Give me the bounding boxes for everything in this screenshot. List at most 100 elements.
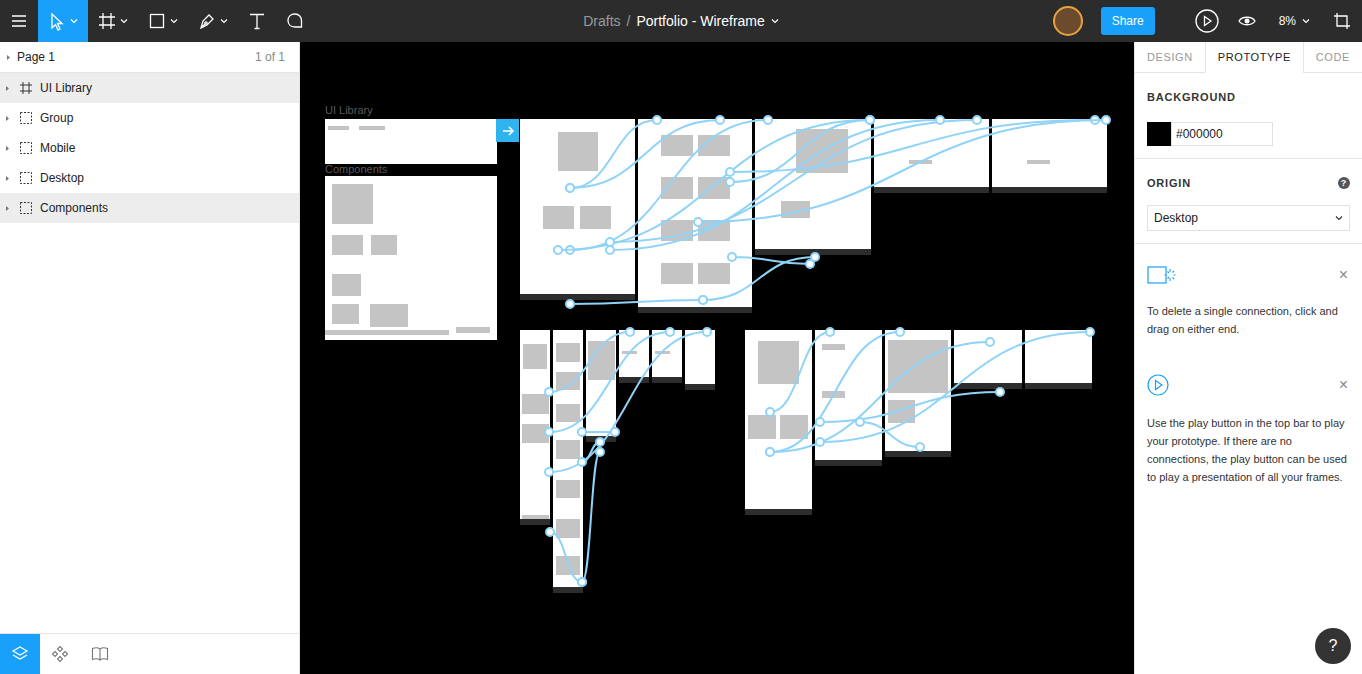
connection-handle[interactable] xyxy=(546,528,554,536)
zoom-level[interactable]: 8% xyxy=(1279,12,1296,30)
connection-handle[interactable] xyxy=(699,296,707,304)
connection-handle[interactable] xyxy=(1091,116,1099,124)
prototype-connections[interactable] xyxy=(300,42,1132,674)
connection[interactable] xyxy=(820,392,1000,422)
origin-select[interactable]: Desktop xyxy=(1147,205,1350,231)
connection[interactable] xyxy=(582,431,615,433)
connection-handle[interactable] xyxy=(728,253,736,261)
connection-handle[interactable] xyxy=(986,338,994,346)
connection[interactable] xyxy=(770,342,990,452)
connection-handle[interactable] xyxy=(666,328,674,336)
connection[interactable] xyxy=(820,332,1090,442)
comment-tool[interactable] xyxy=(276,0,314,42)
connection-handle[interactable] xyxy=(653,116,661,124)
caret-icon[interactable] xyxy=(5,85,12,92)
connection[interactable] xyxy=(582,452,600,582)
canvas[interactable]: UI LibraryComponents xyxy=(300,42,1134,674)
connection-handle[interactable] xyxy=(578,428,586,436)
frame[interactable] xyxy=(325,119,497,164)
connection[interactable] xyxy=(549,332,630,392)
connection[interactable] xyxy=(610,120,977,242)
connection-handle[interactable] xyxy=(626,328,634,336)
connection-handle[interactable] xyxy=(1086,328,1094,336)
share-button[interactable]: Share xyxy=(1101,7,1155,35)
frame[interactable] xyxy=(638,119,752,313)
caret-icon[interactable] xyxy=(5,145,12,152)
eye-icon[interactable] xyxy=(1238,13,1256,29)
connection[interactable] xyxy=(730,120,1095,172)
frame[interactable] xyxy=(874,119,989,193)
present-button[interactable] xyxy=(1187,9,1227,33)
connection[interactable] xyxy=(582,442,600,462)
connection-handle[interactable] xyxy=(936,116,944,124)
connection-handle[interactable] xyxy=(826,328,834,336)
connection-handle[interactable] xyxy=(811,253,819,261)
connection[interactable] xyxy=(730,120,870,182)
page-name[interactable]: Page 1 xyxy=(17,48,55,66)
frame[interactable] xyxy=(586,330,616,442)
layer-name[interactable]: Components xyxy=(40,199,108,217)
connection[interactable] xyxy=(770,332,900,452)
connection-handle[interactable] xyxy=(545,388,553,396)
layer-name[interactable]: Group xyxy=(40,109,73,127)
caret-icon[interactable] xyxy=(5,175,12,182)
help-icon[interactable]: ? xyxy=(1338,177,1350,189)
frame[interactable] xyxy=(885,330,951,457)
connection-handle[interactable] xyxy=(716,116,724,124)
connection[interactable] xyxy=(703,257,815,300)
frame-settings-button[interactable] xyxy=(1322,12,1362,30)
connection-handle[interactable] xyxy=(566,246,574,254)
frame[interactable] xyxy=(755,119,871,255)
hex-input[interactable]: #000000 xyxy=(1171,122,1273,146)
page-row[interactable]: Page 11 of 1 xyxy=(0,42,299,73)
connection-handle[interactable] xyxy=(726,178,734,186)
panel-tab[interactable]: CODE xyxy=(1303,42,1362,73)
connection-handle[interactable] xyxy=(578,578,586,586)
connection-handle[interactable] xyxy=(578,458,586,466)
connection-handle[interactable] xyxy=(916,443,924,451)
frame[interactable] xyxy=(954,330,1022,389)
layer-item[interactable]: Desktop xyxy=(0,163,299,193)
layer-name[interactable]: Desktop xyxy=(40,169,84,187)
connection[interactable] xyxy=(860,422,920,447)
connection-handle[interactable] xyxy=(566,184,574,192)
layers-tab[interactable] xyxy=(0,634,40,674)
layer-item[interactable]: UI Library xyxy=(0,73,299,103)
frame[interactable] xyxy=(815,330,882,466)
connection-handle[interactable] xyxy=(1102,116,1110,124)
frame[interactable] xyxy=(652,330,682,383)
layer-name[interactable]: UI Library xyxy=(40,79,92,97)
connection[interactable] xyxy=(610,120,940,250)
chevron-down-icon[interactable] xyxy=(771,18,779,24)
connection-handle[interactable] xyxy=(973,116,981,124)
connection-handle[interactable] xyxy=(694,218,702,226)
connection[interactable] xyxy=(570,120,768,250)
close-button[interactable]: × xyxy=(1339,377,1350,393)
text-tool[interactable] xyxy=(238,0,276,42)
rect-tool[interactable] xyxy=(138,0,188,42)
connection-handle[interactable] xyxy=(566,300,574,308)
frame[interactable] xyxy=(520,330,550,525)
connection-handle[interactable] xyxy=(554,246,562,254)
frame[interactable] xyxy=(619,330,649,383)
color-swatch[interactable] xyxy=(1147,122,1171,146)
caret-icon[interactable] xyxy=(5,115,12,122)
connection-handle[interactable] xyxy=(699,296,707,304)
connection[interactable] xyxy=(558,120,870,250)
menu-tool[interactable] xyxy=(0,0,38,42)
panel-tab[interactable]: PROTOTYPE xyxy=(1205,42,1303,73)
connection-handle[interactable] xyxy=(816,438,824,446)
connection-handle[interactable] xyxy=(611,428,619,436)
frame[interactable] xyxy=(553,330,583,593)
frame-label[interactable]: UI Library xyxy=(325,104,373,117)
connection-handle[interactable] xyxy=(766,448,774,456)
view-button[interactable] xyxy=(1227,13,1267,29)
connection-handle[interactable] xyxy=(606,246,614,254)
crop-icon[interactable] xyxy=(1333,12,1351,30)
connection[interactable] xyxy=(549,332,670,432)
connection-handle[interactable] xyxy=(578,578,586,586)
connection-handle[interactable] xyxy=(896,328,904,336)
connection-handle[interactable] xyxy=(545,468,553,476)
close-button[interactable]: × xyxy=(1339,267,1350,283)
caret-icon[interactable] xyxy=(5,205,12,212)
